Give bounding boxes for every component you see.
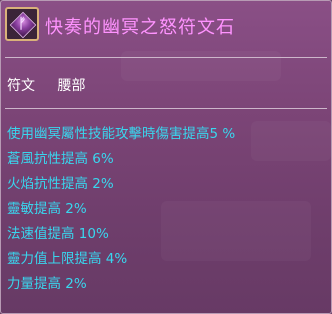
effect-line: 火焰抗性提高 2% (7, 176, 114, 192)
section-divider (5, 108, 327, 109)
effect-line: 靈力值上限提高 4% (7, 251, 128, 267)
item-tooltip: ᚠ 快奏的幽冥之怒符文石 符文 腰部 使用幽冥屬性技能攻擊時傷害提高5 % 蒼風… (0, 0, 332, 314)
slot-label: 符文 (7, 78, 35, 94)
header-divider (5, 57, 327, 58)
effect-line: 法速值提高 10% (7, 226, 109, 242)
effect-line: 蒼風抗性提高 6% (7, 151, 114, 167)
effect-line: 靈敏提高 2% (7, 201, 87, 217)
slot-row: 符文 腰部 (7, 75, 85, 95)
effect-line: 使用幽冥屬性技能攻擊時傷害提高5 % (7, 126, 236, 142)
effects-list: 使用幽冥屬性技能攻擊時傷害提高5 % 蒼風抗性提高 6% 火焰抗性提高 2% 靈… (7, 125, 235, 300)
gem-glyph: ᚠ (18, 16, 27, 32)
rune-gem-icon: ᚠ (5, 7, 39, 41)
tooltip-header: ᚠ 快奏的幽冥之怒符文石 (1, 1, 331, 45)
effect-line: 力量提高 2% (7, 276, 87, 292)
background-overlay-panel (251, 121, 331, 161)
item-name: 快奏的幽冥之怒符文石 (45, 17, 235, 38)
slot-value: 腰部 (57, 78, 86, 94)
background-overlay-panel (121, 51, 281, 81)
